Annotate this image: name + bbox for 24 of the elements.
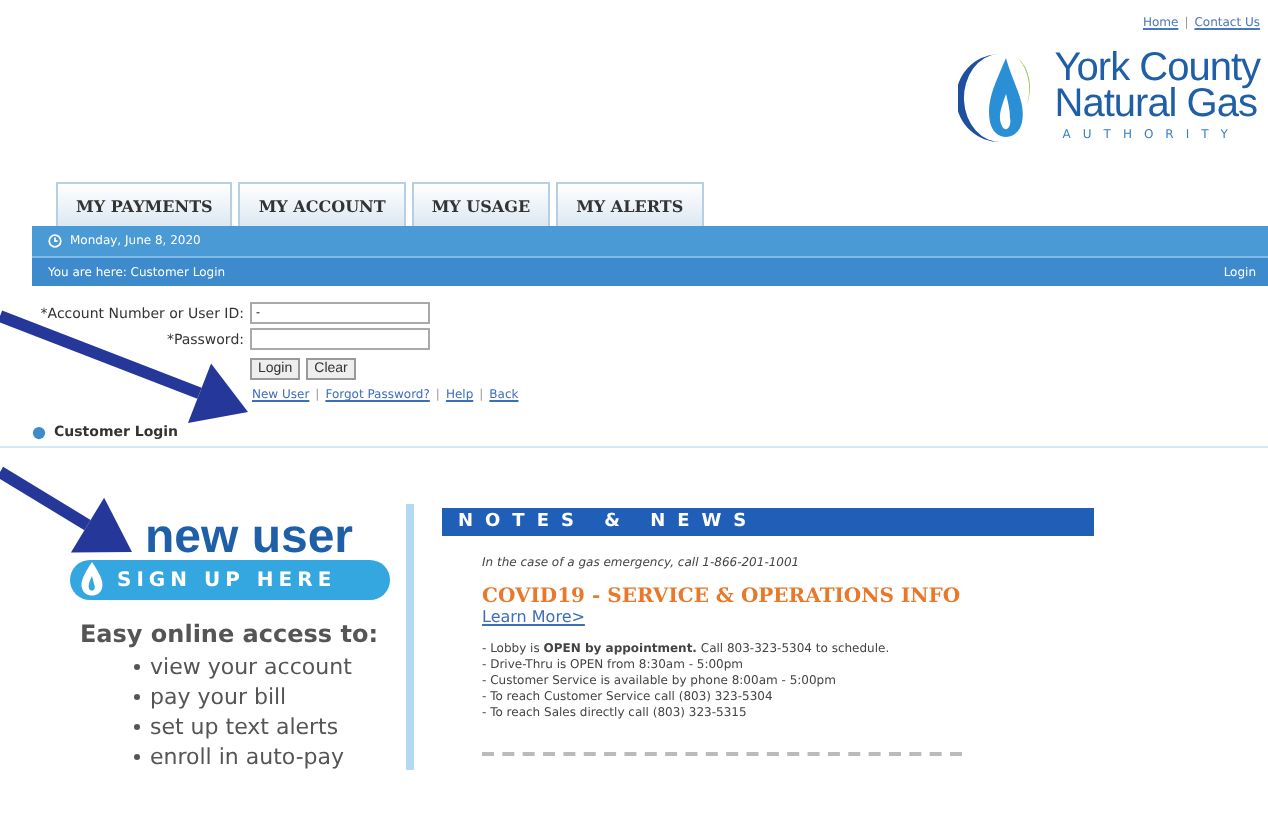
nav-tab[interactable]: MY PAYMENTS [56, 182, 233, 226]
bullet-icon [134, 724, 140, 731]
logo-text: York County [1054, 50, 1260, 86]
learn-more-link[interactable]: Learn More> [482, 608, 585, 626]
promo-heading: Easy online access to: [79, 620, 378, 648]
promo-list-item: enroll in auto-pay [134, 744, 352, 770]
promo-title: new user [144, 516, 354, 560]
bullet-icon [134, 694, 140, 701]
clock-icon [48, 234, 62, 248]
arrow-drawing [0, 466, 132, 553]
promo-list-item: view your account [134, 654, 352, 680]
input-field[interactable] [250, 328, 430, 350]
flame-icon [77, 562, 105, 598]
bullet-icon [134, 664, 140, 671]
news-headline: COVID19 - SERVICE & OPERATIONS INFO [482, 586, 963, 608]
nav-tab[interactable]: MY USAGE [411, 182, 551, 226]
bullet-icon [134, 754, 140, 761]
logo-text: Natural Gas [1054, 86, 1257, 122]
nav-tab[interactable]: MY ACCOUNT [238, 182, 406, 226]
nav-tab[interactable]: MY ALERTS [556, 182, 704, 226]
bullet-icon [32, 425, 46, 439]
promo-list-item: set up text alerts [134, 714, 352, 740]
notes-header: NOTES & NEWS [442, 508, 1094, 536]
promo-list-item: pay your bill [134, 684, 352, 710]
